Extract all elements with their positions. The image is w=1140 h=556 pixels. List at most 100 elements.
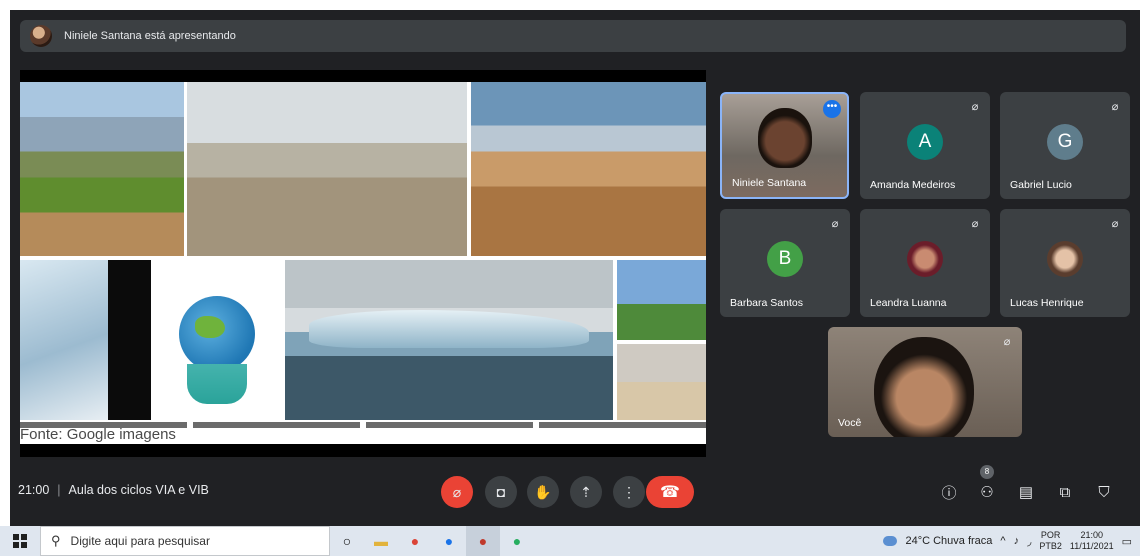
shared-slide: Fonte: Google imagens [20, 82, 706, 444]
windows-icon [13, 534, 27, 548]
slide-caption: Fonte: Google imagens [20, 426, 176, 443]
meet-area: Niniele Santana está apresentando Fonte:… [10, 10, 1140, 526]
meeting-info: 21:00 | Aula dos ciclos VIA e VIB [18, 483, 209, 497]
task-view-button[interactable]: ○ [330, 526, 364, 556]
weather-text[interactable]: 24°C Chuva fraca [905, 535, 992, 547]
search-placeholder: Digite aqui para pesquisar [70, 534, 210, 548]
melting-globe-image [151, 260, 283, 420]
glacier-image [20, 260, 108, 420]
chat-icon: ▤ [1018, 484, 1034, 501]
presentation-stage[interactable]: Fonte: Google imagens [20, 70, 706, 457]
participant-name: Você [838, 417, 862, 429]
notification-icon[interactable]: ▭ [1122, 535, 1132, 548]
participant-tile-barbara[interactable]: ⌀ B Barbara Santos [720, 209, 850, 317]
chrome-icon: ● [410, 533, 420, 549]
more-vert-icon: ⋮ [622, 483, 636, 500]
hang-up-icon: ☎ [660, 484, 680, 501]
mic-off-icon: ⌀ [971, 218, 979, 230]
people-count-badge: 8 [980, 465, 994, 479]
more-options-button[interactable]: ⋮ [613, 476, 645, 508]
participant-tile-niniele[interactable]: ••• Niniele Santana [720, 92, 849, 199]
mic-off-icon: ⌀ [452, 483, 462, 500]
city-field-image [20, 82, 184, 256]
participant-video [758, 108, 812, 168]
participant-name: Barbara Santos [730, 297, 803, 309]
separator: | [57, 483, 61, 497]
stonehenge-image-top [617, 260, 706, 340]
windows-taskbar: ⚲ Digite aqui para pesquisar ○ ▬ ● ● ● ●… [0, 526, 1140, 556]
present-icon: ⇡ [580, 483, 592, 500]
people-button[interactable]: ⚇ [975, 480, 999, 504]
participant-tile-leandra[interactable]: ⌀ Leandra Luanna [860, 209, 990, 317]
mic-off-icon: ⌀ [831, 218, 839, 230]
info-icon: ⓘ [941, 484, 957, 502]
camera-button[interactable]: ◘ [485, 476, 517, 508]
participant-name: Niniele Santana [732, 177, 807, 189]
clock[interactable]: 21:00 11/11/2021 [1070, 530, 1114, 552]
more-options-icon[interactable]: ••• [823, 100, 841, 118]
network-icon[interactable]: ◞ [1027, 535, 1031, 548]
avatar [907, 241, 943, 277]
taskbar-search[interactable]: ⚲ Digite aqui para pesquisar [40, 526, 330, 556]
language-code: POR [1040, 530, 1061, 540]
file-explorer-button[interactable]: ▬ [364, 526, 398, 556]
cracked-desert-image [471, 82, 706, 256]
iceberg-shape [309, 310, 589, 348]
edge-button[interactable]: ● [432, 526, 466, 556]
chrome-profile-button[interactable]: ● [466, 526, 500, 556]
hand-icon: ✋ [534, 483, 552, 500]
stonehenge-image-bottom [617, 344, 706, 420]
black-panel [108, 260, 151, 420]
avatar: A [907, 124, 943, 160]
participant-name: Lucas Henrique [1010, 297, 1084, 309]
system-tray: 24°C Chuva fraca ^ ♪ ◞ POR PTB2 21:00 11… [883, 526, 1140, 556]
microphone-button[interactable]: ⌀ [441, 476, 473, 508]
folder-icon: ▬ [374, 533, 388, 549]
participant-tile-gabriel[interactable]: ⌀ G Gabriel Lucio [1000, 92, 1130, 199]
speaker-icon[interactable]: ♪ [1014, 535, 1020, 547]
chrome-button[interactable]: ● [398, 526, 432, 556]
host-controls-button[interactable]: ⛉ [1092, 480, 1116, 504]
avatar: G [1047, 124, 1083, 160]
chevron-up-icon[interactable]: ^ [1000, 535, 1005, 547]
camera-icon: ◘ [496, 484, 506, 500]
avatar [1047, 241, 1083, 277]
participant-name: Gabriel Lucio [1010, 179, 1072, 191]
drought-man-image [187, 82, 467, 256]
presenting-text: Niniele Santana está apresentando [64, 30, 236, 42]
self-video [874, 337, 974, 437]
raise-hand-button[interactable]: ✋ [527, 476, 559, 508]
iceberg-image [285, 260, 613, 420]
chrome-profile-icon: ● [512, 533, 522, 549]
meet-window: Niniele Santana está apresentando Fonte:… [0, 0, 1140, 526]
participant-tile-amanda[interactable]: ⌀ A Amanda Medeiros [860, 92, 990, 199]
meeting-time: 21:00 [18, 483, 50, 497]
participant-tile-lucas[interactable]: ⌀ Lucas Henrique [1000, 209, 1130, 317]
cloud-rain-icon [883, 536, 898, 546]
chat-button[interactable]: ▤ [1014, 480, 1038, 504]
start-button[interactable] [0, 526, 40, 556]
shield-icon: ⛉ [1098, 483, 1110, 501]
globe-drip [187, 364, 247, 404]
chrome-profile-icon: ● [478, 533, 488, 549]
mic-off-icon: ⌀ [1003, 336, 1011, 348]
present-button[interactable]: ⇡ [570, 476, 602, 508]
mic-off-icon: ⌀ [1111, 101, 1119, 113]
presenter-avatar [30, 25, 52, 47]
clock-date: 11/11/2021 [1069, 541, 1114, 551]
language-indicator[interactable]: POR PTB2 [1039, 530, 1062, 552]
self-view-tile[interactable]: ⌀ Você [828, 327, 1022, 437]
globe-land [195, 316, 225, 338]
task-view-icon: ○ [342, 533, 352, 549]
mic-off-icon: ⌀ [971, 101, 979, 113]
leave-call-button[interactable]: ☎ [646, 476, 694, 508]
meeting-title: Aula dos ciclos VIA e VIB [68, 483, 209, 497]
search-icon: ⚲ [51, 533, 61, 548]
activities-button[interactable]: ⧉ [1053, 480, 1077, 504]
clock-time: 21:00 [1080, 530, 1103, 540]
keyboard-layout: PTB2 [1039, 541, 1062, 551]
participant-name: Amanda Medeiros [870, 179, 956, 191]
meeting-details-button[interactable]: ⓘ [937, 480, 961, 504]
mic-off-icon: ⌀ [1111, 218, 1119, 230]
chrome-profile-button-2[interactable]: ● [500, 526, 534, 556]
